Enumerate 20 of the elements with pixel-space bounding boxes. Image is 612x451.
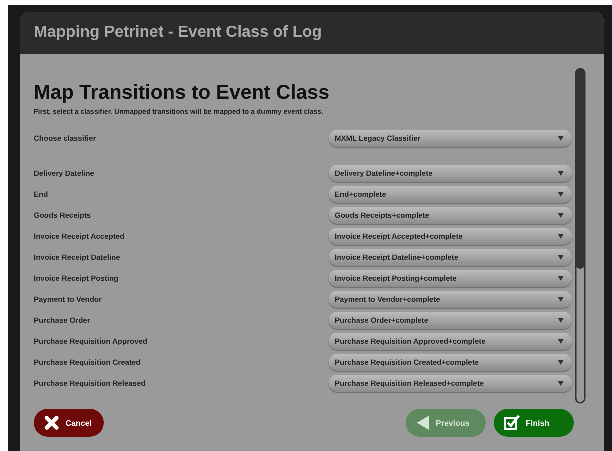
caret-icon: [558, 192, 564, 197]
left-triangle-icon: [416, 415, 430, 431]
caret-icon: [558, 297, 564, 302]
caret-icon: [558, 318, 564, 323]
scrollbar[interactable]: [574, 68, 588, 404]
caret-icon: [558, 339, 564, 344]
caret-icon: [558, 276, 564, 281]
finish-button[interactable]: Finish: [494, 409, 574, 437]
caret-icon: [558, 234, 564, 239]
caret-icon: [558, 136, 564, 141]
window-title: Mapping Petrinet - Event Class of Log: [34, 24, 322, 42]
caret-icon: [558, 171, 564, 176]
checkbox-icon: [504, 415, 520, 431]
close-icon: [44, 415, 60, 431]
page-heading: Map Transitions to Event Class: [34, 82, 331, 105]
caret-icon: [558, 360, 564, 365]
cancel-button[interactable]: Cancel: [34, 409, 104, 437]
caret-icon: [558, 255, 564, 260]
caret-icon: [558, 213, 564, 218]
caret-icon: [558, 381, 564, 386]
